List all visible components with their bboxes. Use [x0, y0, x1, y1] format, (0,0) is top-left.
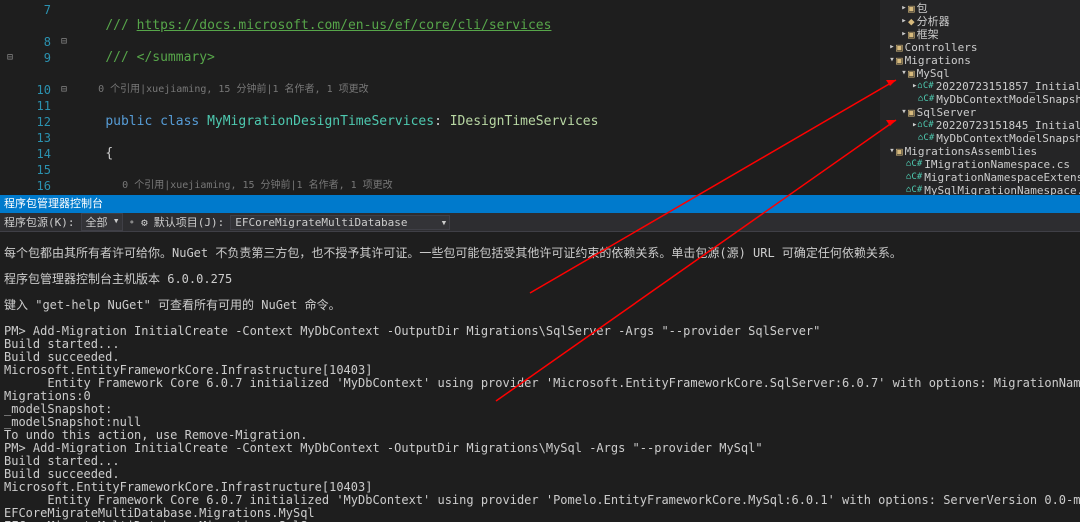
folder-icon: ▣ — [908, 106, 915, 119]
console-toolbar: 程序包源(K): 全部▾ • ⚙ 默认项目(J): EFCoreMigrateM… — [0, 213, 1080, 232]
analyzer-icon: ◆ — [908, 15, 915, 28]
chevron-right-icon[interactable]: ▸ — [900, 2, 908, 15]
chevron-down-icon[interactable]: ▾ — [888, 54, 896, 67]
file-mysql-initial[interactable]: 20220723151857_InitialCreate.cs — [936, 80, 1080, 93]
chevron-down-icon[interactable]: ▾ — [900, 67, 908, 80]
csharp-file-icon: ⌂C# — [918, 132, 934, 145]
console-output[interactable]: 每个包都由其所有者许可给你。NuGet 不负责第三方包，也不授予其许可证。一些包… — [0, 232, 1080, 522]
chevron-down-icon: ▾ — [441, 216, 448, 229]
chevron-right-icon[interactable]: ▸ — [900, 28, 908, 41]
chevron-right-icon[interactable]: ▸ — [888, 41, 896, 54]
chevron-right-icon[interactable]: ▸ — [900, 15, 908, 28]
package-source-label: 程序包源(K): — [4, 214, 75, 230]
gear-icon[interactable]: ⚙ — [141, 216, 148, 229]
folder-icon: ▣ — [908, 67, 915, 80]
package-source-dropdown[interactable]: 全部▾ — [81, 213, 123, 231]
tree-controllers[interactable]: Controllers — [905, 41, 978, 54]
tree-frameworks[interactable]: 框架 — [917, 28, 939, 41]
folder-icon: ▣ — [896, 41, 903, 54]
chevron-down-icon[interactable]: ▾ — [888, 145, 896, 158]
default-project-dropdown[interactable]: EFCoreMigrateMultiDatabase▾ — [230, 215, 450, 230]
code-editor[interactable]: ⊟ 7 8 9 10 11 12 13 14 15 16 17 ⊟⊟ /// h — [0, 0, 880, 195]
file-mysql-snapshot[interactable]: MyDbContextModelSnapshot.cs — [936, 93, 1080, 106]
console-title: 程序包管理器控制台 — [0, 195, 1080, 213]
chevron-down-icon[interactable]: ▾ — [900, 106, 908, 119]
tree-migrations[interactable]: Migrations — [905, 54, 971, 67]
file-mysqlmignamespace[interactable]: MySqlMigrationNamespace.cs — [924, 184, 1080, 195]
chevron-down-icon: ▾ — [113, 214, 120, 227]
tree-sqlserver[interactable]: SqlServer — [917, 106, 977, 119]
csharp-file-icon: ⌂C# — [906, 171, 922, 184]
csharp-file-icon: ⌂C# — [917, 119, 933, 132]
default-project-label: 默认项目(J): — [154, 214, 225, 230]
framework-icon: ▣ — [908, 28, 915, 41]
csharp-file-icon: ⌂C# — [917, 80, 933, 93]
editor-line-numbers: 7 8 9 10 11 12 13 14 15 16 17 — [20, 0, 54, 195]
package-icon: ▣ — [908, 2, 915, 15]
file-mignamespaceext[interactable]: MigrationNamespaceExtension.cs — [924, 171, 1080, 184]
solution-explorer[interactable]: ▸▣包 ▸◆分析器 ▸▣框架 ▸▣Controllers ▾▣Migration… — [880, 0, 1080, 195]
editor-fold-margin: ⊟⊟ — [54, 0, 74, 195]
csharp-file-icon: ⌂C# — [918, 93, 934, 106]
file-imignamespace[interactable]: IMigrationNamespace.cs — [924, 158, 1070, 171]
tree-mysql[interactable]: MySql — [917, 67, 950, 80]
code-area[interactable]: /// https://docs.microsoft.com/en-us/ef/… — [74, 0, 880, 195]
folder-icon: ▣ — [896, 145, 903, 158]
tree-migasm[interactable]: MigrationsAssemblies — [905, 145, 1037, 158]
file-sql-snapshot[interactable]: MyDbContextModelSnapshot.cs — [936, 132, 1080, 145]
tree-analyzers[interactable]: 分析器 — [917, 15, 950, 28]
file-sql-initial[interactable]: 20220723151845_InitialCreate.cs — [936, 119, 1080, 132]
tree-packages[interactable]: 包 — [917, 2, 928, 15]
folder-icon: ▣ — [896, 54, 903, 67]
csharp-file-icon: ⌂C# — [906, 158, 922, 171]
csharp-file-icon: ⌂C# — [906, 184, 922, 195]
editor-glyph-margin: ⊟ — [0, 0, 20, 195]
